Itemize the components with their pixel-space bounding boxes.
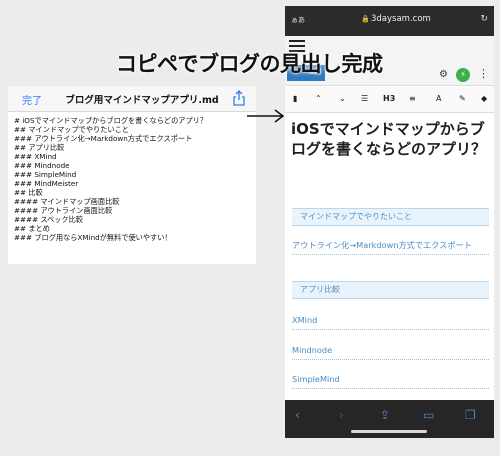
file-title: ブログ用マインドマップアプリ.md	[65, 95, 219, 106]
more-options-icon[interactable]: ⋮	[478, 67, 489, 80]
lock-icon: 🔒	[361, 15, 370, 23]
editor-header: 完了 ブログ用マインドマップアプリ.md	[8, 86, 256, 112]
tag-icon[interactable]: ◆	[481, 94, 487, 103]
markdown-editor: 完了 ブログ用マインドマップアプリ.md # iOSでマインドマップからブログを…	[8, 86, 256, 264]
chevron-up-icon[interactable]: ⌃	[315, 94, 322, 103]
back-icon[interactable]: ‹	[295, 408, 300, 422]
post-content[interactable]: iOSでマインドマップからブログを書くならどのアプリ？ マインドマップでやりたい…	[285, 113, 494, 401]
safari-bottom-bar: ‹ › ⇪ ▭ ❐	[285, 400, 494, 438]
gear-icon[interactable]: ⚙	[439, 69, 448, 80]
editor-text-area[interactable]: # iOSでマインドマップからブログを書くならどのアプリ？ ## マインドマップ…	[8, 112, 256, 246]
tabs-icon[interactable]: ❐	[465, 408, 476, 422]
editor-line: ## 比較	[14, 188, 43, 197]
plugin-badge-icon[interactable]: ⚡	[456, 68, 470, 82]
reader-mode-button[interactable]: ぁあ	[291, 15, 305, 25]
pen-icon[interactable]: ✎	[459, 94, 466, 103]
editor-line: #### マインドマップ画面比較	[14, 197, 120, 206]
share-icon[interactable]: ⇪	[380, 408, 390, 422]
editor-line: ### SimpleMind	[14, 170, 77, 179]
right-arrow-icon	[247, 109, 285, 123]
editor-line: #### スペック比較	[14, 215, 83, 224]
url-text: 3daysam.com	[371, 14, 431, 24]
reload-icon[interactable]: ↻	[480, 14, 488, 24]
format-toolbar: ▮ ⌃ ⌄ ☰ H3 ≡ A ✎ ◆	[285, 87, 494, 113]
editor-line: ## まとめ	[14, 224, 50, 233]
share-icon[interactable]	[232, 90, 246, 106]
heading-h3-button[interactable]: H3	[383, 94, 395, 103]
headline-caption: コピペでブログの見出し完成	[116, 52, 383, 76]
editor-line: #### アウトライン画面比較	[14, 206, 113, 215]
heading-h3[interactable]: SimpleMind	[292, 374, 489, 389]
text-style-button[interactable]: A	[436, 94, 441, 103]
home-indicator	[351, 430, 427, 433]
heading-h3[interactable]: XMind	[292, 315, 489, 330]
editor-line: ### XMind	[14, 152, 57, 161]
editor-line: ### アウトライン化→Markdown方式でエクスポート	[14, 134, 193, 143]
chevron-down-icon[interactable]: ⌄	[339, 94, 346, 103]
heading-h2[interactable]: アプリ比較	[292, 281, 489, 299]
align-icon[interactable]: ≡	[409, 94, 416, 103]
heading-h3[interactable]: Mindnode	[292, 345, 489, 360]
block-icon[interactable]: ☰	[361, 94, 368, 103]
post-title[interactable]: iOSでマインドマップからブログを書くならどのアプリ？	[291, 119, 491, 159]
heading-h2[interactable]: マインドマップでやりたいこと	[292, 208, 489, 226]
browser-address-bar[interactable]: ぁあ 🔒 3daysam.com ↻	[285, 6, 494, 36]
editor-line: ## マインドマップでやりたいこと	[14, 125, 129, 134]
editor-line: ### Mindnode	[14, 161, 70, 170]
editor-line: ## アプリ比較	[14, 143, 65, 152]
editor-line: ### ブログ用ならXMindが無料で使いやすい！	[14, 233, 172, 242]
editor-line: # iOSでマインドマップからブログを書くならどのアプリ？	[14, 116, 208, 125]
bookmark-icon[interactable]: ▮	[293, 94, 297, 103]
forward-icon[interactable]: ›	[339, 408, 344, 422]
heading-h3[interactable]: アウトライン化→Markdown方式でエクスポート	[292, 240, 489, 255]
done-button[interactable]: 完了	[22, 92, 42, 107]
bookmarks-icon[interactable]: ▭	[423, 408, 434, 422]
editor-line: ### MindMeister	[14, 179, 79, 188]
